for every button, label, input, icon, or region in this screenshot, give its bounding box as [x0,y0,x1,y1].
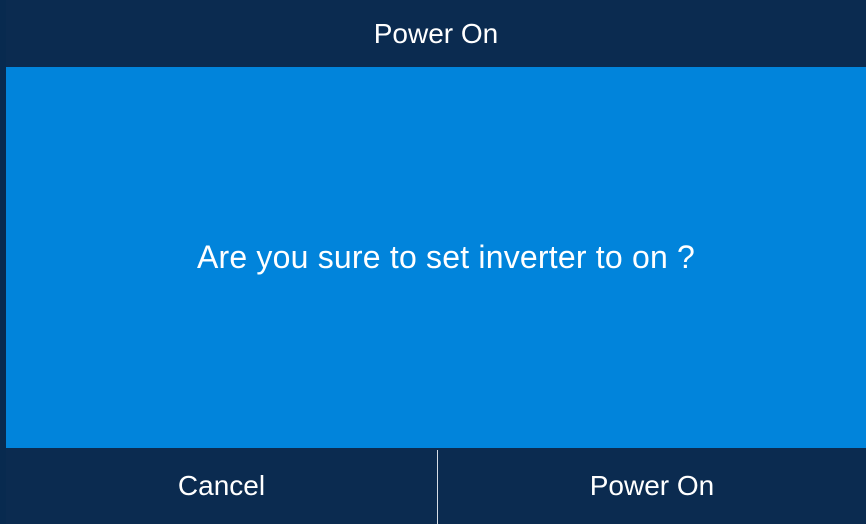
power-on-dialog: Power On Are you sure to set inverter to… [0,0,866,524]
dialog-body: Are you sure to set inverter to on ? [6,67,866,448]
power-on-button[interactable]: Power On [438,448,866,524]
power-on-button-label: Power On [589,470,715,501]
cancel-button[interactable]: Cancel [6,448,437,524]
confirmation-message: Are you sure to set inverter to on ? [196,239,696,275]
dialog-footer: Cancel Power On [6,448,866,524]
cancel-button-label: Cancel [177,470,266,501]
dialog-header: Power On [6,0,866,67]
dialog-title: Power On [373,17,499,49]
